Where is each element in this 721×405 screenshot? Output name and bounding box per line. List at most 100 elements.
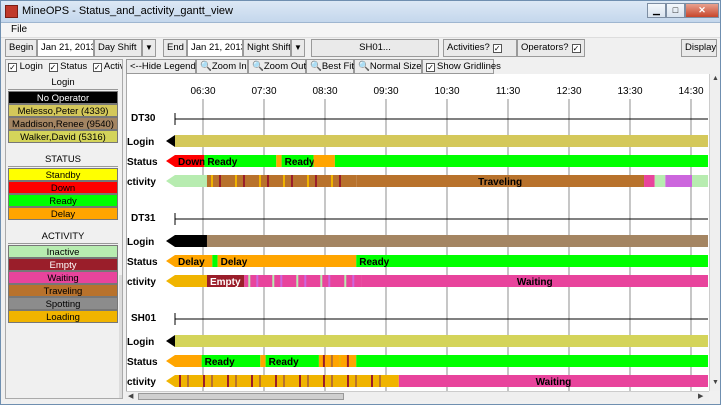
begin-shift-dropdown-icon[interactable]: ▼ (142, 39, 156, 57)
display-button[interactable]: Display (681, 39, 717, 57)
toolbar: Begin Jan 21, 2013 Day Shift ▼ End Jan 2… (1, 39, 720, 58)
activity-segment (352, 275, 355, 287)
scroll-right-icon[interactable]: ▶ (698, 392, 703, 400)
activity-segment (203, 375, 205, 387)
status-segment-label: Delay (221, 257, 248, 268)
login-start-marker (166, 235, 175, 247)
login-legend-item[interactable]: Maddison,Renee (9540) (8, 117, 118, 130)
status-legend-item[interactable]: Down (8, 181, 118, 194)
activity-segment (179, 375, 181, 387)
activity-segment (654, 175, 666, 187)
activity-segment (299, 375, 301, 387)
gridlines-checkbox[interactable]: ✓ (426, 63, 435, 72)
normal-size-button[interactable]: 🔍Normal Size (354, 59, 422, 74)
activity-segment (320, 275, 323, 287)
scroll-up-icon[interactable]: ▲ (712, 75, 719, 82)
activity-segment (206, 175, 357, 187)
activity-segment (243, 375, 245, 387)
activity-segment (210, 175, 213, 187)
login-start-marker (166, 335, 175, 347)
status-filter-checkbox[interactable]: ✓ (48, 63, 58, 72)
end-date-field[interactable]: Jan 21, 2013 (187, 39, 243, 57)
time-tick-label: 06:30 (190, 86, 215, 97)
activity-segment-label: Waiting (517, 277, 553, 288)
legend-scrollbar[interactable] (119, 275, 122, 398)
status-legend-item[interactable]: Standby (8, 168, 118, 181)
activity-segment (227, 375, 229, 387)
activity-legend-item[interactable]: Empty (8, 258, 118, 271)
activity-segment (322, 175, 325, 187)
login-legend-item[interactable]: Walker,David (5316) (8, 130, 118, 143)
status-legend-item[interactable]: Ready (8, 194, 118, 207)
activity-segment (363, 375, 365, 387)
operators-label: Operators? (521, 42, 569, 53)
activity-legend-item[interactable]: Traveling (8, 284, 118, 297)
maximize-button[interactable]: □ (666, 3, 685, 18)
activity-segment (187, 375, 189, 387)
activity-legend-item[interactable]: Inactive (8, 245, 118, 258)
activities-label: Activities? (447, 42, 490, 53)
login-start-marker (166, 135, 175, 147)
zoom-out-button[interactable]: 🔍Zoom Out (248, 59, 306, 74)
normal-size-icon: 🔍 (358, 61, 370, 72)
status-legend-item[interactable]: Delay (8, 207, 118, 220)
activity-segment (175, 275, 207, 287)
login-filter-checkbox[interactable]: ✓ (8, 63, 17, 72)
status-segment (334, 155, 708, 167)
login-row-label: Login (127, 137, 154, 148)
begin-label: Begin (5, 39, 37, 57)
close-button[interactable]: ✕ (685, 3, 719, 18)
activity-legend-item[interactable]: Waiting (8, 271, 118, 284)
activity-segment (315, 375, 317, 387)
status-segment-label: Ready (359, 257, 389, 268)
status-segment-label: Ready (207, 157, 237, 168)
app-window: MineOPS - Status_and_activity_gantt_view… (0, 0, 721, 405)
zoom-in-icon: 🔍 (200, 61, 212, 72)
activity-segment (266, 175, 269, 187)
horizontal-scroll-thumb[interactable] (138, 393, 344, 400)
vertical-scrollbar[interactable]: ▲ ▼ (709, 74, 720, 391)
end-shift-select[interactable]: Night Shift (243, 39, 291, 57)
equipment-select-button[interactable]: SH01... (311, 39, 439, 57)
operators-checkbox[interactable]: ✓ (571, 44, 581, 53)
activity-segment (264, 275, 267, 287)
scroll-left-icon[interactable]: ◀ (128, 392, 133, 400)
zoom-in-label: Zoom In (211, 61, 247, 72)
minimize-button[interactable]: ▁ (647, 3, 666, 18)
zoom-out-label: Zoom Out (263, 61, 307, 72)
activity-filter-checkbox[interactable]: ✓ (92, 63, 102, 72)
activity-legend-item[interactable]: Loading (8, 310, 118, 323)
activity-legend-item[interactable]: Spotting (8, 297, 118, 310)
scroll-down-icon[interactable]: ▼ (712, 379, 719, 386)
zoom-out-icon: 🔍 (252, 61, 264, 72)
activities-toggle[interactable]: Activities? ✓ (443, 39, 517, 57)
activity-segment (272, 275, 275, 287)
equipment-name: SH01 (131, 313, 156, 324)
activity-segment (226, 175, 229, 187)
status-segment (313, 155, 335, 167)
hide-legend-button[interactable]: <--Hide Legend (126, 59, 196, 74)
show-gridlines-toggle[interactable]: ✓ Show Gridlines (422, 59, 501, 74)
activity-segment (259, 375, 261, 387)
activity-segment (275, 375, 277, 387)
status-row-label: Status (127, 257, 158, 268)
status-segment (175, 355, 202, 367)
login-segment (175, 235, 207, 247)
zoom-in-button[interactable]: 🔍Zoom In (196, 59, 248, 74)
activity-segment (234, 175, 237, 187)
best-fit-button[interactable]: 🔍Best Fit (306, 59, 354, 74)
activities-checkbox[interactable]: ✓ (492, 44, 502, 53)
begin-shift-select[interactable]: Day Shift (94, 39, 142, 57)
status-segment-label: Ready (205, 357, 235, 368)
horizontal-scrollbar[interactable]: ◀ ▶ (126, 391, 709, 401)
login-legend-item[interactable]: Melesso,Peter (4339) (8, 104, 118, 117)
activity-segment (175, 375, 399, 387)
gantt-chart[interactable]: 06:30 07:30 08:30 09:30 10:30 11:30 12:30 13:30… (126, 74, 709, 391)
menu-bar: File (1, 23, 720, 38)
begin-date-field[interactable]: Jan 21, 2013 (37, 39, 94, 57)
status-row-label: Status (127, 357, 158, 368)
end-shift-dropdown-icon[interactable]: ▼ (291, 39, 305, 57)
menu-file[interactable]: File (11, 24, 27, 35)
login-legend-item[interactable]: No Operator (8, 91, 118, 104)
operators-toggle[interactable]: Operators? ✓ (517, 39, 585, 57)
